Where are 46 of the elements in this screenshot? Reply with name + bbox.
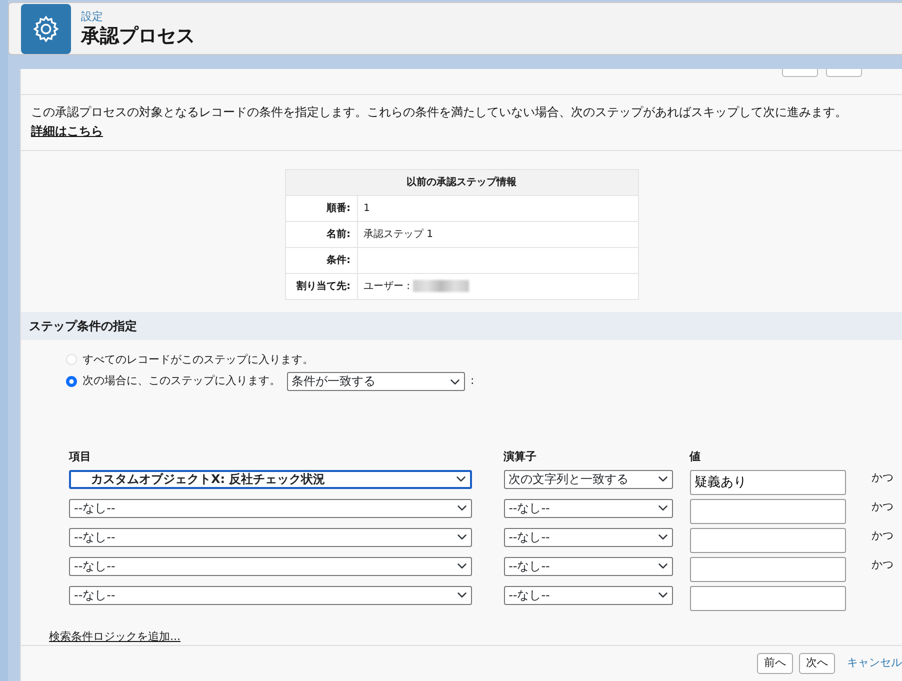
field-select[interactable]: --なし-- bbox=[69, 586, 472, 604]
radio-label: すべてのレコードがこのステップに入ります。 bbox=[82, 352, 314, 368]
toolbar-button[interactable] bbox=[782, 69, 818, 78]
column-header: 項目 bbox=[69, 450, 91, 463]
value-input[interactable] bbox=[690, 498, 846, 524]
add-logic-link[interactable]: 検索条件ロジックを追加... bbox=[49, 628, 180, 645]
operator-select[interactable]: --なし-- bbox=[504, 528, 673, 546]
nav-button[interactable]: 次へ bbox=[799, 653, 835, 674]
value-input[interactable]: 疑義あり bbox=[690, 470, 846, 494]
field-select[interactable]: カスタムオブジェクトX: 反社チェック状況 bbox=[69, 470, 472, 488]
colon-text: : bbox=[470, 373, 474, 390]
operator-select[interactable]: 次の文字列と一致する bbox=[504, 470, 673, 488]
section-header: ステップ条件の指定 bbox=[21, 312, 902, 340]
operator-select[interactable]: --なし-- bbox=[504, 556, 673, 576]
field-select[interactable]: --なし-- bbox=[69, 528, 472, 546]
value-input[interactable] bbox=[690, 528, 846, 552]
field-select[interactable]: --なし-- bbox=[69, 498, 472, 518]
column-header: 演算子 bbox=[504, 450, 537, 463]
nav-button[interactable]: 前へ bbox=[757, 653, 793, 674]
conjunction-text: かつ bbox=[870, 528, 895, 544]
description-text: この承認プロセスの対象となるレコードの条件を指定します。これらの条件を満たしていない場合、次のステップがあればスキップして次に進みます。 詳細はこちら bbox=[21, 95, 902, 150]
field-value: 承認ステップ 1 bbox=[364, 228, 434, 240]
conjunction-text: かつ bbox=[870, 470, 895, 486]
value-input[interactable] bbox=[690, 556, 846, 582]
operator-select[interactable]: --なし-- bbox=[504, 498, 673, 518]
field-value: ユーザー : bbox=[364, 280, 410, 292]
field-select[interactable]: --なし-- bbox=[69, 556, 472, 576]
radio-button[interactable] bbox=[66, 376, 76, 387]
help-link[interactable]: 詳細はこちら bbox=[31, 124, 103, 138]
cancel-link[interactable]: キャンセル bbox=[847, 655, 902, 672]
column-header: 値 bbox=[690, 450, 700, 463]
table-header: 以前の承認ステップ情報 bbox=[285, 169, 638, 195]
field-label: 割り当て先: bbox=[285, 273, 357, 299]
conjunction-text: かつ bbox=[870, 556, 895, 572]
field-label: 順番: bbox=[285, 195, 357, 221]
conjunction-text: かつ bbox=[870, 498, 895, 514]
field-label: 名前: bbox=[285, 221, 357, 247]
toolbar-button[interactable] bbox=[826, 69, 862, 78]
operator-select[interactable]: --なし-- bbox=[504, 586, 673, 604]
field-value: 1 bbox=[364, 202, 370, 214]
page-title: 承認プロセス bbox=[81, 25, 195, 48]
field-label: 条件: bbox=[285, 247, 357, 273]
breadcrumb-link[interactable]: 設定 bbox=[81, 8, 195, 26]
value-input[interactable] bbox=[690, 586, 846, 610]
condition-select[interactable]: 条件が一致する bbox=[286, 372, 464, 391]
radio-label: 次の場合に、このステップに入ります。 bbox=[82, 373, 280, 390]
